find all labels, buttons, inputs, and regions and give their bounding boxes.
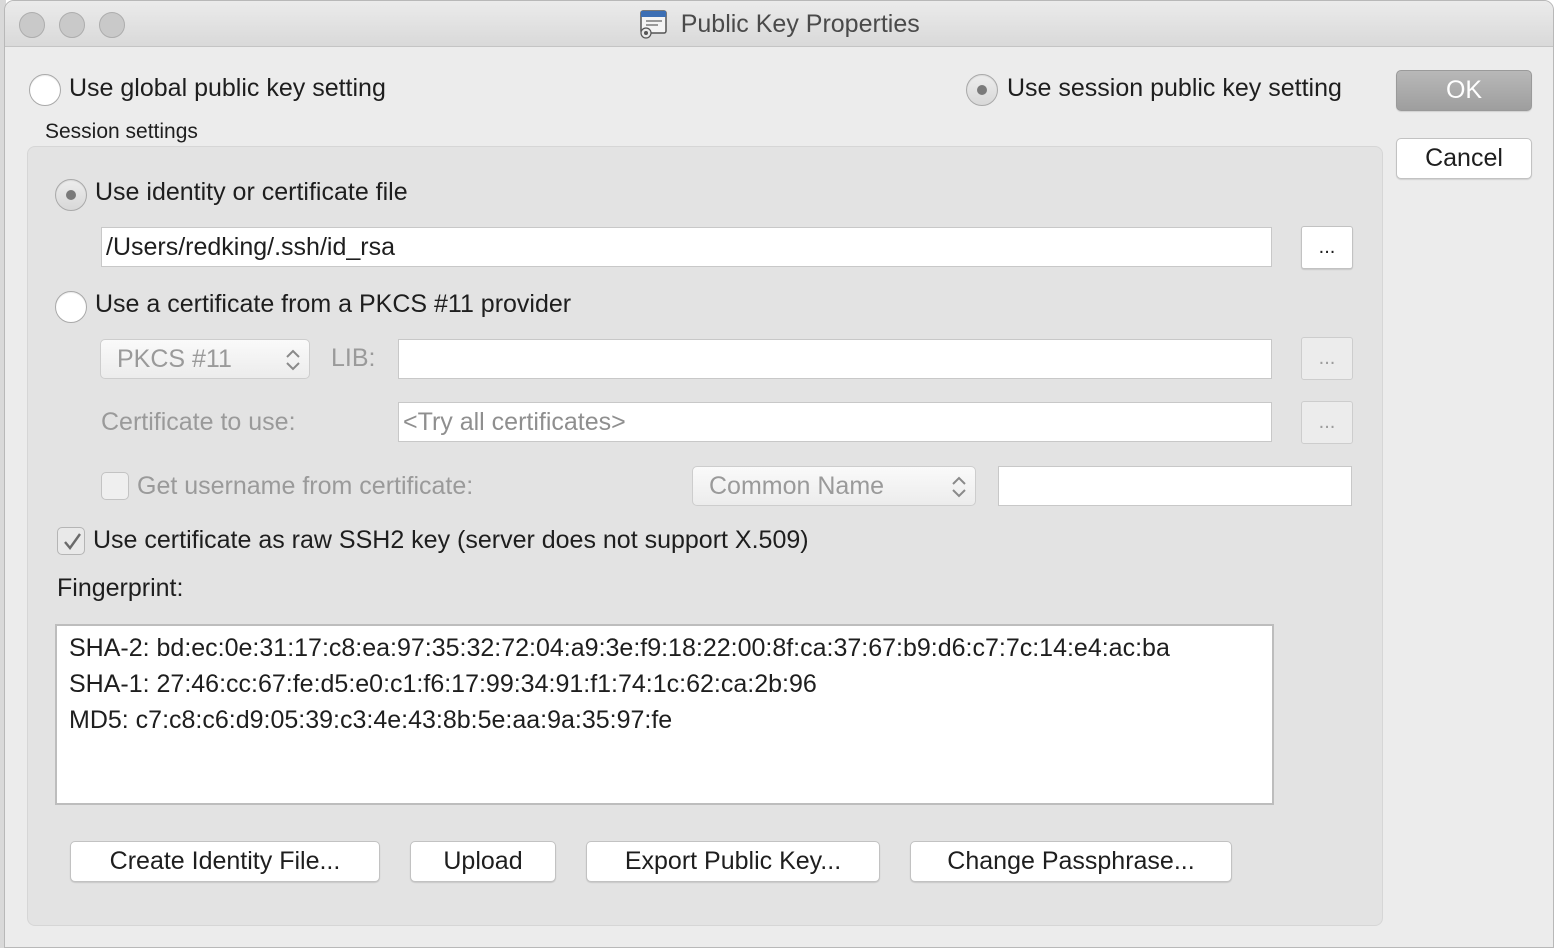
certificate-browse-button[interactable]: ... [1301,401,1353,444]
lib-path-input[interactable] [398,339,1272,379]
username-from-cert-label: Get username from certificate: [137,472,474,500]
upload-button[interactable]: Upload [410,841,556,882]
certificate-to-use-input[interactable]: <Try all certificates> [398,402,1272,442]
identity-file-radio[interactable] [55,179,87,211]
identity-file-browse-button[interactable]: ... [1301,226,1353,269]
window-title: Public Key Properties [680,9,920,38]
session-key-setting-radio[interactable] [966,74,998,106]
change-passphrase-button[interactable]: Change Passphrase... [910,841,1232,882]
lib-browse-button[interactable]: ... [1301,337,1353,380]
session-settings-heading: Session settings [45,120,198,143]
chevron-updown-icon [285,347,301,373]
fingerprint-sha2-line: SHA-2: bd:ec:0e:31:17:c8:ea:97:35:32:72:… [69,634,1170,662]
username-value-input[interactable] [998,466,1352,506]
raw-ssh2-key-checkbox[interactable] [57,527,85,555]
title-bar: Public Key Properties [5,1,1553,47]
fingerprint-sha1-line: SHA-1: 27:46:cc:67:fe:d5:e0:c1:f6:17:99:… [69,670,817,698]
public-key-properties-dialog: Public Key Properties Use global public … [4,0,1554,948]
fingerprint-md5-line: MD5: c7:c8:c6:d9:05:39:c3:4e:43:8b:5e:aa… [69,706,673,734]
pkcs11-provider-label: Use a certificate from a PKCS #11 provid… [95,290,572,318]
username-from-cert-checkbox[interactable] [101,472,129,500]
global-key-setting-radio[interactable] [29,74,61,106]
pkcs11-provider-radio[interactable] [55,291,87,323]
export-public-key-button[interactable]: Export Public Key... [586,841,880,882]
global-key-setting-label: Use global public key setting [69,74,386,102]
username-field-select[interactable]: Common Name [692,466,976,506]
title-group: Public Key Properties [5,9,1553,39]
identity-file-label: Use identity or certificate file [95,178,408,206]
session-key-setting-label: Use session public key setting [1007,74,1342,102]
lib-label: LIB: [331,344,376,372]
create-identity-file-button[interactable]: Create Identity File... [70,841,380,882]
identity-file-path-input[interactable]: /Users/redking/.ssh/id_rsa [101,227,1272,267]
username-field-selected: Common Name [709,471,885,500]
pkcs-provider-select[interactable]: PKCS #11 [100,339,310,379]
certificate-to-use-label: Certificate to use: [101,408,296,436]
key-properties-icon [638,9,668,39]
checkmark-icon [64,533,81,550]
chevron-updown-icon [951,474,967,500]
fingerprint-label: Fingerprint: [57,574,184,602]
fingerprint-text-area[interactable]: SHA-2: bd:ec:0e:31:17:c8:ea:97:35:32:72:… [55,624,1274,805]
raw-ssh2-key-label: Use certificate as raw SSH2 key (server … [93,526,809,554]
pkcs-provider-selected: PKCS #11 [117,344,232,373]
ok-button[interactable]: OK [1396,70,1532,111]
cancel-button[interactable]: Cancel [1396,138,1532,179]
